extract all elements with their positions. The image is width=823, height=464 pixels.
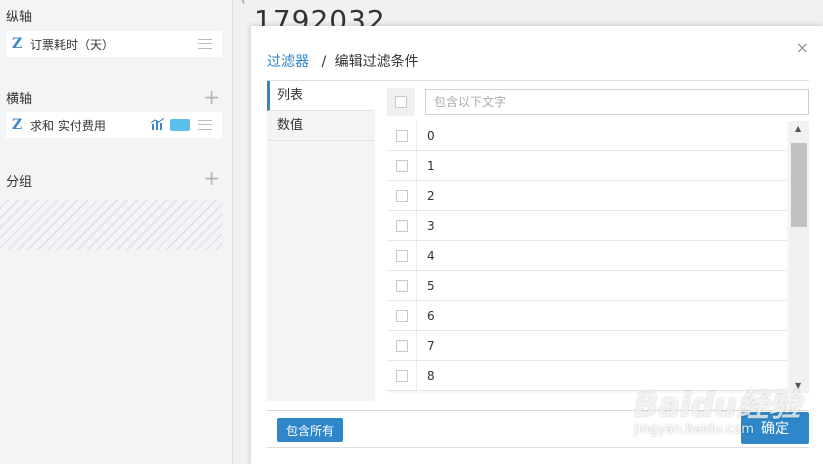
tab-value[interactable]: 数值: [267, 111, 375, 141]
add-horizontal-axis-icon[interactable]: +: [203, 87, 220, 107]
scrollbar-thumb[interactable]: [791, 143, 807, 227]
list-item[interactable]: 1: [387, 151, 787, 181]
list-item[interactable]: 3: [387, 211, 787, 241]
row-checkbox-cell: [387, 301, 417, 330]
bar-line-chart-icon[interactable]: [150, 117, 165, 133]
row-checkbox[interactable]: [395, 129, 408, 142]
row-value: 5: [427, 278, 435, 293]
row-value: 3: [427, 218, 435, 233]
include-all-button[interactable]: 包含所有: [277, 418, 343, 442]
divider: [267, 447, 809, 448]
row-checkbox[interactable]: [395, 219, 408, 232]
horizontal-axis-field-label: 求和 实付费用: [30, 118, 106, 133]
close-icon[interactable]: ×: [796, 38, 809, 57]
breadcrumb-current: 编辑过滤条件: [334, 54, 419, 70]
row-checkbox-cell: [387, 121, 417, 150]
row-checkbox-cell: [387, 181, 417, 210]
horizontal-axis-field[interactable]: Z 求和 实付费用: [6, 112, 222, 138]
measure-type-icon: Z: [12, 36, 23, 52]
row-checkbox[interactable]: [395, 279, 408, 292]
group-drop-zone[interactable]: [0, 200, 222, 250]
drag-handle-icon[interactable]: [198, 120, 212, 130]
select-all-checkbox[interactable]: [395, 96, 407, 108]
add-group-icon[interactable]: +: [203, 168, 220, 188]
breadcrumb-filter-link[interactable]: 过滤器: [267, 54, 309, 70]
horizontal-axis-title: 横轴: [6, 92, 33, 107]
row-checkbox[interactable]: [395, 309, 408, 322]
select-all-checkbox-cell: [387, 88, 415, 116]
row-value: 4: [427, 248, 435, 263]
filter-row: [387, 88, 809, 116]
left-panel: 纵轴 Z 订票耗时（天） 横轴 + Z 求和 实付费用 分组 +: [0, 0, 233, 464]
measure-type-icon: Z: [12, 117, 23, 133]
row-value: 1: [427, 158, 435, 173]
series-color-swatch[interactable]: [170, 119, 190, 131]
row-value: 7: [427, 338, 435, 353]
list-item[interactable]: 5: [387, 271, 787, 301]
confirm-button[interactable]: 确定: [741, 412, 809, 444]
list-item[interactable]: 6: [387, 301, 787, 331]
row-checkbox[interactable]: [395, 159, 408, 172]
value-list: 0 1 2 3 4 5 6 7 8 ▲ ▼: [387, 121, 809, 393]
tab-list[interactable]: 列表: [267, 81, 375, 111]
value-list-rows: 0 1 2 3 4 5 6 7 8: [387, 121, 787, 391]
list-item[interactable]: 4: [387, 241, 787, 271]
drag-handle-icon[interactable]: [198, 39, 212, 49]
row-checkbox-cell: [387, 271, 417, 300]
row-checkbox[interactable]: [395, 369, 408, 382]
list-scrollbar[interactable]: ▲ ▼: [789, 121, 809, 393]
filter-text-input[interactable]: [425, 89, 809, 115]
row-checkbox-cell: [387, 241, 417, 270]
row-checkbox[interactable]: [395, 339, 408, 352]
list-item[interactable]: 7: [387, 331, 787, 361]
breadcrumb-separator: /: [321, 54, 327, 70]
row-checkbox-cell: [387, 151, 417, 180]
row-checkbox-cell: [387, 331, 417, 360]
vertical-axis-field-label: 订票耗时（天）: [30, 37, 115, 52]
row-value: 6: [427, 308, 435, 323]
row-value: 2: [427, 188, 435, 203]
vertical-axis-title: 纵轴: [6, 10, 33, 25]
vertical-axis-field[interactable]: Z 订票耗时（天）: [6, 31, 222, 57]
row-checkbox-cell: [387, 211, 417, 240]
row-checkbox[interactable]: [395, 189, 408, 202]
divider: [267, 410, 809, 411]
row-checkbox-cell: [387, 361, 417, 390]
row-checkbox[interactable]: [395, 249, 408, 262]
scroll-down-icon[interactable]: ▼: [795, 381, 801, 390]
group-title: 分组: [6, 175, 33, 190]
chart-big-number: 1792032: [254, 4, 386, 26]
list-item[interactable]: 8: [387, 361, 787, 391]
list-item[interactable]: 2: [387, 181, 787, 211]
breadcrumb: 过滤器 / 编辑过滤条件: [267, 51, 419, 71]
row-value: 0: [427, 128, 435, 143]
list-item[interactable]: 0: [387, 121, 787, 151]
row-value: 8: [427, 368, 435, 383]
filter-dialog: × 过滤器 / 编辑过滤条件 列表 数值 012345678 ▲ ▼ 包含所有 …: [251, 26, 823, 464]
chevron-icon: ‹: [241, 0, 246, 8]
scroll-up-icon[interactable]: ▲: [795, 124, 801, 133]
filter-tabs: 列表 数值: [267, 81, 375, 401]
